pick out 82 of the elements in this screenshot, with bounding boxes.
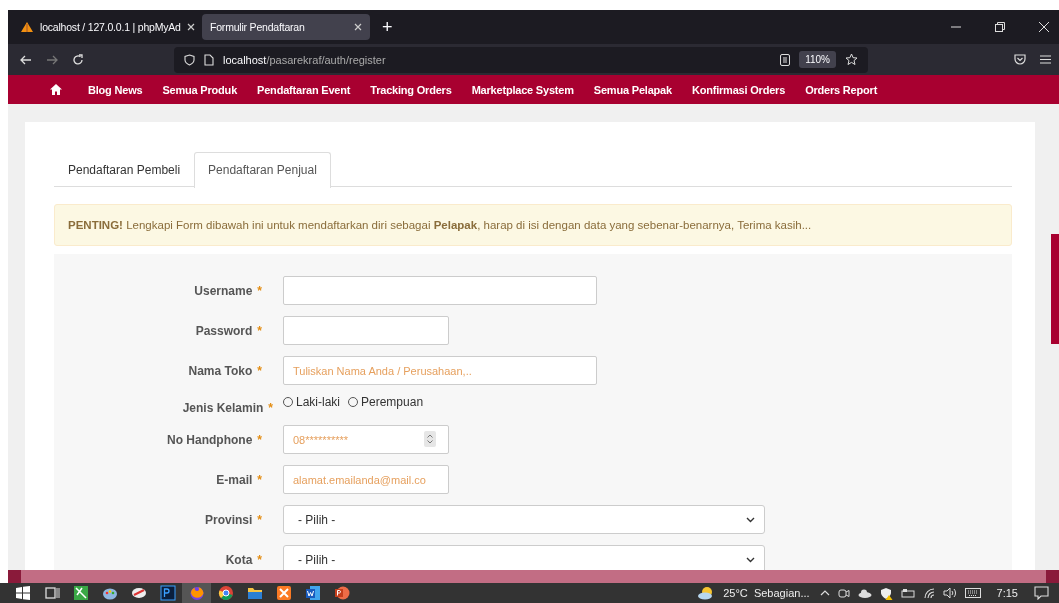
spinner-icon[interactable] xyxy=(424,431,436,447)
input-field[interactable] xyxy=(283,276,597,305)
alert-message: PENTING! Lengkapi Form dibawah ini untuk mendaftarkan diri sebagai Pelapak, harap di isi dengan data yang sebenar-benarnya, Terima kasih... xyxy=(54,204,1012,246)
chevron-up-icon[interactable] xyxy=(819,590,830,596)
chevron-down-icon xyxy=(746,516,755,523)
dropdown-field[interactable]: - Pilih - xyxy=(283,505,765,534)
tool-app-icon[interactable] xyxy=(130,585,147,601)
nav-link[interactable]: Semua Pelapak xyxy=(593,83,672,96)
field-label: Jenis Kelamin xyxy=(182,401,264,415)
new-tab-button[interactable]: + xyxy=(374,16,401,38)
reader-view-icon[interactable] xyxy=(780,53,791,66)
scrollbar[interactable] xyxy=(1051,234,1059,344)
close-icon[interactable] xyxy=(186,23,195,31)
nav-link[interactable]: Semua Produk xyxy=(162,83,238,96)
input-field[interactable]: Tuliskan Nama Anda / Perusahaan,.. xyxy=(283,356,597,385)
clock-time[interactable]: 7:15 xyxy=(996,587,1018,599)
required-asterisk: * xyxy=(257,512,262,527)
folder-icon[interactable] xyxy=(246,585,263,601)
required-asterisk: * xyxy=(268,401,273,415)
dropdown-field[interactable]: - Pilih - xyxy=(283,545,765,570)
number-field[interactable]: 08********** xyxy=(283,425,449,454)
pocket-icon[interactable] xyxy=(1014,54,1026,65)
required-asterisk: * xyxy=(257,472,262,487)
cloud-icon[interactable] xyxy=(857,588,872,598)
field-label: Kota xyxy=(225,552,253,567)
shield-icon xyxy=(184,53,195,66)
required-asterisk: * xyxy=(257,323,262,338)
word-app-icon[interactable] xyxy=(304,585,321,601)
meet-icon[interactable] xyxy=(837,587,850,599)
close-icon[interactable] xyxy=(354,23,362,31)
speaker-icon[interactable] xyxy=(942,587,957,599)
nav-link[interactable]: Marketplace System xyxy=(471,83,574,96)
windows-logo-icon[interactable] xyxy=(14,585,31,601)
nav-link[interactable]: Pendaftaran Event xyxy=(257,83,351,96)
zoom-level[interactable]: 110% xyxy=(799,51,836,68)
page-icon xyxy=(204,53,214,66)
nav-link[interactable]: Blog News xyxy=(88,83,143,96)
field-label: Provinsi xyxy=(204,512,253,527)
back-arrow-icon[interactable] xyxy=(20,54,32,65)
close-icon[interactable] xyxy=(1039,22,1049,32)
field-label: Nama Toko xyxy=(188,363,253,378)
radio-label[interactable]: Laki-laki xyxy=(296,395,340,409)
notification-icon[interactable] xyxy=(1034,586,1049,600)
form-tab[interactable]: Pendaftaran Penjual xyxy=(194,152,331,188)
required-asterisk: * xyxy=(257,432,262,447)
field-label: E-mail xyxy=(216,472,253,487)
restore-icon[interactable] xyxy=(995,22,1005,32)
star-icon[interactable] xyxy=(845,53,858,66)
forward-arrow-icon[interactable] xyxy=(46,54,58,65)
shield-warning-icon[interactable] xyxy=(879,586,893,600)
x-mark-app-icon[interactable] xyxy=(275,585,292,601)
nav-link[interactable]: Orders Report xyxy=(805,83,878,96)
chevron-down-icon xyxy=(746,556,755,563)
browser-globe-icon[interactable] xyxy=(188,585,205,601)
home-icon[interactable] xyxy=(50,84,62,95)
slides-app-icon[interactable] xyxy=(333,585,350,601)
nav-link[interactable]: Tracking Orders xyxy=(370,83,452,96)
required-asterisk: * xyxy=(257,283,262,298)
triangle-logo-icon xyxy=(20,21,34,33)
required-asterisk: * xyxy=(257,552,262,567)
reload-icon[interactable] xyxy=(72,53,84,66)
weather-text[interactable]: 25°C Sebagian... xyxy=(723,587,810,599)
browser-tab[interactable]: Formulir Pendaftaran xyxy=(202,14,370,40)
network-device-icon[interactable] xyxy=(900,588,915,598)
task-view-icon[interactable] xyxy=(43,585,60,601)
input-field[interactable] xyxy=(283,316,449,345)
input-field[interactable]: alamat.emailanda@mail.co xyxy=(283,465,449,494)
address-bar[interactable]: localhost/pasarekraf/auth/register 110% xyxy=(174,46,868,73)
keyboard-icon[interactable] xyxy=(964,588,981,598)
form-tab[interactable]: Pendaftaran Pembeli xyxy=(54,152,195,186)
field-label: Password xyxy=(195,323,253,338)
browser-tab[interactable]: localhost / 127.0.0.1 | phpMyAd xyxy=(12,14,198,40)
ps-app-icon[interactable] xyxy=(159,585,176,601)
required-asterisk: * xyxy=(257,363,262,378)
nav-link[interactable]: Konfirmasi Orders xyxy=(691,83,786,96)
menu-icon[interactable] xyxy=(1040,55,1051,64)
field-label: No Handphone xyxy=(167,432,253,447)
field-label: Username xyxy=(194,283,253,298)
radio-label[interactable]: Perempuan xyxy=(361,395,424,409)
pen-tool-app-icon[interactable] xyxy=(72,585,89,601)
url-text[interactable]: localhost/pasarekraf/auth/register xyxy=(223,53,386,66)
wifi-icon[interactable] xyxy=(922,587,935,599)
